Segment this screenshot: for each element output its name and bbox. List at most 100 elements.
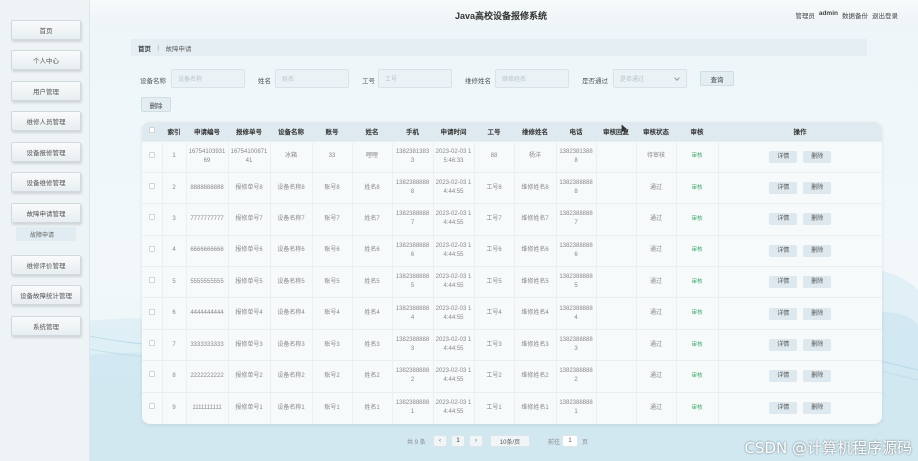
repairer-name-input[interactable]: 维修姓名 [495, 69, 569, 88]
cell-index: 8 [162, 360, 187, 393]
row-checkbox[interactable] [148, 245, 155, 252]
prev-page-button[interactable]: ‹ [433, 435, 447, 447]
row-checkbox[interactable] [148, 214, 155, 221]
cell-audit: 审核 [676, 235, 719, 267]
cell-job-no: 工号8 [474, 172, 515, 204]
job-no-input[interactable]: 工号 [378, 69, 452, 88]
row-checkbox[interactable] [148, 403, 155, 410]
detail-button[interactable]: 详情 [769, 339, 798, 352]
logout-link[interactable]: 退出登录 [872, 10, 898, 20]
detail-button[interactable]: 详情 [769, 213, 798, 226]
sidebar-item-fault-application-management[interactable]: 故障申请管理 [11, 203, 81, 223]
cell-name: 哩哩 [352, 141, 393, 173]
cell-select[interactable] [142, 329, 163, 361]
cell-select[interactable] [142, 203, 163, 236]
sidebar-item-repairer-management[interactable]: 维修人员管理 [11, 111, 81, 131]
next-page-button[interactable]: › [469, 435, 483, 447]
audit-link[interactable]: 审核 [691, 342, 702, 348]
cell-name: 姓名7 [352, 203, 393, 236]
cell-select[interactable] [142, 172, 163, 204]
delete-button[interactable]: 删除 [803, 182, 832, 195]
delete-button[interactable]: 删除 [803, 213, 832, 226]
cell-repairer: 维修姓名2 [514, 360, 557, 393]
sidebar-item-system-management[interactable]: 系统管理 [11, 316, 81, 336]
row-checkbox[interactable] [148, 277, 155, 284]
cell-account: 账号6 [312, 235, 353, 267]
detail-button[interactable]: 详情 [769, 182, 798, 195]
delete-button[interactable]: 删除 [803, 244, 832, 257]
detail-button[interactable]: 详情 [769, 402, 798, 415]
audit-link[interactable]: 审核 [691, 405, 702, 411]
breadcrumb-home[interactable]: 首页 [138, 43, 151, 53]
detail-button[interactable]: 详情 [769, 244, 798, 257]
sidebar-item-repair-review-management[interactable]: 维修评价管理 [11, 255, 81, 275]
cell-apply-no: 1111111111 [186, 392, 229, 424]
cell-select[interactable] [142, 297, 163, 330]
sidebar-item-fault-statistics-management[interactable]: 设备故障统计管理 [11, 285, 81, 305]
cell-select[interactable] [142, 266, 163, 298]
audit-link[interactable]: 审核 [691, 373, 702, 379]
user-role: 管理员 [795, 13, 815, 20]
page-size-select[interactable]: 10条/页 [490, 435, 530, 447]
cell-device-name: 设备名称1 [270, 392, 313, 424]
batch-delete-button[interactable]: 删除 [141, 97, 171, 112]
cell-actions: 详情 删除 [718, 172, 882, 203]
sidebar-item-device-repair-management[interactable]: 设备维修管理 [11, 172, 81, 192]
row-checkbox[interactable] [148, 308, 155, 315]
sidebar-item-personal-center[interactable]: 个人中心 [11, 50, 81, 70]
delete-button[interactable]: 删除 [803, 339, 832, 352]
audit-link[interactable]: 审核 [691, 247, 702, 253]
delete-button[interactable]: 删除 [803, 402, 832, 415]
cell-phone: 13823888883 [392, 329, 434, 361]
cell-audit: 审核 [676, 141, 719, 173]
cell-phone: 13823888881 [392, 392, 434, 424]
row-checkbox[interactable] [148, 371, 155, 378]
detail-button[interactable]: 详情 [769, 307, 798, 320]
detail-button[interactable]: 详情 [769, 276, 798, 289]
page-unit: 页 [582, 440, 589, 446]
select-all-checkbox[interactable] [149, 127, 155, 134]
row-checkbox[interactable] [148, 183, 155, 190]
detail-button[interactable]: 详情 [769, 370, 798, 383]
cell-select[interactable] [142, 235, 163, 267]
delete-button[interactable]: 删除 [803, 307, 832, 320]
cell-select[interactable] [142, 392, 163, 424]
cell-job-no: 工号5 [474, 266, 515, 298]
cell-tel: 13823813888 [556, 141, 597, 173]
delete-button[interactable]: 删除 [803, 276, 832, 289]
audit-link[interactable]: 审核 [691, 185, 702, 191]
audit-link[interactable]: 审核 [691, 153, 702, 159]
cell-repairer: 维修姓名3 [514, 329, 557, 361]
detail-button[interactable]: 详情 [769, 150, 798, 163]
device-name-input[interactable]: 设备名称 [171, 69, 245, 88]
delete-button[interactable]: 删除 [803, 370, 832, 383]
goto-page-input[interactable]: 1 [562, 435, 578, 447]
col-audit-status: 审核状态 [643, 129, 669, 137]
cell-account: 账号8 [312, 172, 353, 204]
sidebar-item-home[interactable]: 首页 [11, 20, 81, 40]
cell-device-name: 设备名称6 [270, 235, 313, 267]
cell-select[interactable] [142, 360, 163, 393]
sidebar-item-device-report-management[interactable]: 设备报修管理 [11, 142, 81, 162]
data-backup-link[interactable]: 数据备份 [842, 10, 868, 20]
audit-link[interactable]: 审核 [691, 279, 702, 285]
cell-apply-no: 1675410393169 [186, 141, 229, 173]
audit-link[interactable]: 审核 [691, 216, 702, 222]
cell-audit: 审核 [676, 266, 719, 298]
delete-button[interactable]: 删除 [803, 150, 832, 163]
passed-select[interactable]: 是否通过 [613, 69, 687, 88]
page-number-1[interactable]: 1 [451, 435, 465, 447]
cell-audit: 审核 [676, 329, 719, 361]
col-apply-no: 申请编号 [194, 129, 220, 137]
cell-account: 账号7 [312, 203, 353, 236]
cell-select[interactable] [142, 141, 163, 173]
audit-link[interactable]: 审核 [691, 310, 702, 316]
header-select-all[interactable] [142, 122, 162, 141]
query-button[interactable]: 查询 [700, 71, 734, 86]
sidebar-subitem-fault-application[interactable]: 故障申请 [16, 227, 76, 241]
cell-apply-time: 2023-02-03 14:44:55 [433, 266, 475, 298]
cell-tel: 13823888881 [556, 392, 597, 424]
name-input[interactable]: 姓名 [275, 69, 349, 88]
row-checkbox[interactable] [148, 340, 155, 347]
row-checkbox[interactable] [148, 151, 155, 158]
